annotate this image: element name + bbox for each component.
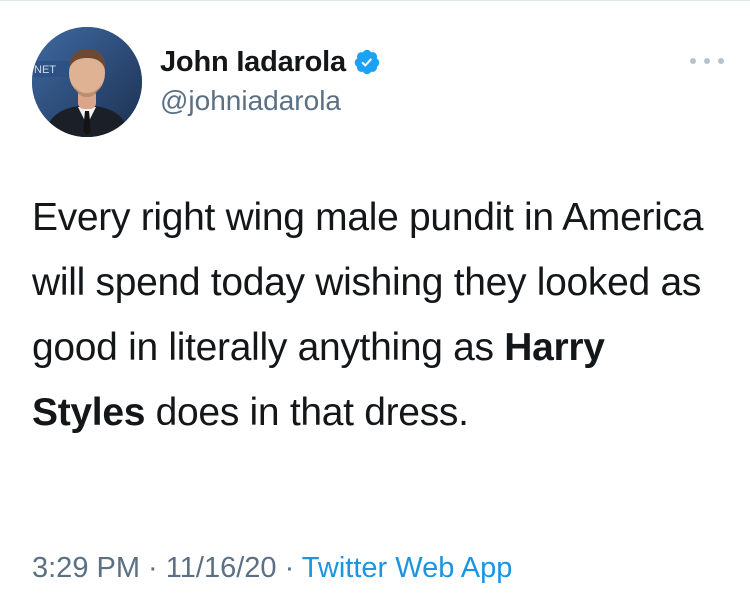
avatar[interactable]: NET [32, 27, 142, 137]
verified-badge-icon [354, 49, 380, 75]
tweet-source-link[interactable]: Twitter Web App [302, 552, 513, 584]
tweet-time[interactable]: 3:29 PM [32, 552, 140, 584]
author-display-name[interactable]: John Iadarola [160, 46, 346, 79]
dot-icon [704, 58, 710, 64]
author-handle[interactable]: @johniadarola [160, 85, 341, 117]
avatar-logo-text: NET [34, 64, 56, 76]
profile-photo: NET [32, 27, 142, 137]
meta-separator: · [276, 552, 302, 584]
tweet-text-end: does in that dress. [145, 391, 469, 434]
tweet-card: NET John Iadarola @johniadarola Every ri… [0, 0, 750, 615]
more-options-icon[interactable] [690, 51, 724, 71]
tweet-date[interactable]: 11/16/20 [166, 552, 277, 584]
tweet-meta: 3:29 PM · 11/16/20 · Twitter Web App [32, 552, 512, 585]
author-name-row[interactable]: John Iadarola [160, 45, 381, 79]
tweet-text: Every right wing male pundit in America … [32, 185, 722, 445]
dot-icon [690, 58, 696, 64]
meta-separator: · [140, 552, 166, 584]
dot-icon [718, 58, 724, 64]
